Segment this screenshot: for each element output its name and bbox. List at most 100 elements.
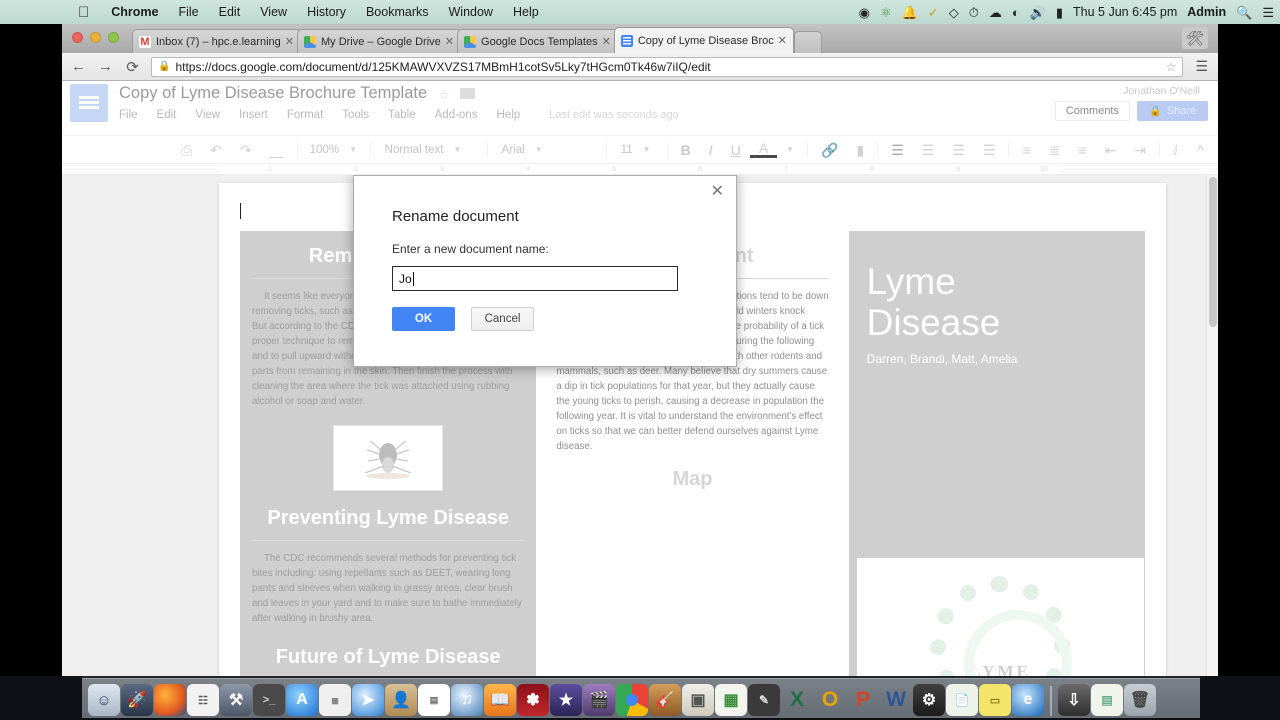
tab-google-docs-templates[interactable]: Google Docs Templates ✕ — [457, 29, 618, 53]
document-name-input[interactable]: Jo — [392, 266, 678, 291]
adobe-icon[interactable]: ✽ — [517, 684, 549, 716]
menu-history[interactable]: History — [297, 5, 356, 19]
search-icon[interactable]: 🔍 — [1236, 6, 1252, 19]
docs-menu-tools[interactable]: Tools — [342, 109, 369, 121]
calculator-icon[interactable]: ☷ — [187, 684, 219, 716]
antivirus-icon[interactable]: ⚛ — [880, 6, 892, 19]
italic-button[interactable]: I — [700, 143, 722, 157]
menu-help[interactable]: Help — [503, 5, 549, 19]
chrome-menu-icon[interactable]: ☰ — [1193, 58, 1210, 75]
xcode-icon[interactable]: ⚒ — [220, 684, 252, 716]
menubar-clock[interactable]: Thu 5 Jun 6:45 pm — [1073, 5, 1177, 19]
system-prefs-icon[interactable]: ⚙ — [913, 684, 945, 716]
tab-copy-of-lyme-disease-brochure[interactable]: Copy of Lyme Disease Broc ✕ — [613, 27, 794, 53]
ok-button[interactable]: OK — [392, 307, 455, 331]
font-size-dropdown[interactable]: 11 ▼ — [611, 144, 663, 156]
line-spacing-icon[interactable]: ≡ — [1013, 143, 1039, 157]
docs-menu-file[interactable]: File — [119, 109, 138, 121]
star-icon[interactable]: ☆ — [1166, 60, 1177, 74]
tab-close-icon[interactable]: ✕ — [778, 34, 787, 47]
tab-close-icon[interactable]: ✕ — [285, 35, 294, 48]
reload-icon[interactable]: ⟳ — [124, 58, 141, 76]
downloads-icon[interactable]: ⇩ — [1058, 684, 1090, 716]
increase-indent-icon[interactable]: ⇥ — [1125, 143, 1155, 157]
last-edit-status[interactable]: Last edit was seconds ago — [549, 109, 679, 121]
new-tab-button[interactable] — [793, 31, 822, 53]
print-icon[interactable]: ⎙ — [172, 143, 201, 157]
docs-menu-format[interactable]: Format — [287, 109, 323, 121]
calendar-icon[interactable]: ▤ — [418, 684, 450, 716]
share-button[interactable]: 🔒 Share — [1137, 101, 1208, 121]
minimize-window-button[interactable] — [90, 32, 101, 43]
battery-icon[interactable]: ▮ — [1056, 6, 1063, 19]
underline-button[interactable]: U — [722, 143, 750, 157]
collapse-toolbar-icon[interactable]: ^ — [1197, 142, 1204, 158]
bulleted-list-icon[interactable]: ≡ — [1069, 143, 1095, 157]
lyme-wreath-logo[interactable]: LYME — [856, 558, 1144, 676]
star-outline-icon[interactable]: ☆ — [439, 88, 450, 102]
back-arrow-icon[interactable]: ← — [70, 58, 87, 75]
tab-close-icon[interactable]: ✕ — [445, 35, 454, 48]
folder-icon[interactable] — [460, 88, 475, 99]
record-icon[interactable]: ◉ — [859, 6, 870, 19]
timemachine-icon[interactable]: ⏱ — [969, 6, 979, 19]
documents-icon[interactable]: ▤ — [1091, 684, 1123, 716]
imovie-icon[interactable]: ★ — [550, 684, 582, 716]
link-icon[interactable]: 🔗 — [812, 143, 847, 157]
add-comment-icon[interactable]: ▮ — [848, 143, 874, 157]
apple-icon[interactable]:  — [78, 5, 101, 20]
window-app-icon[interactable]: 🛠 — [1182, 27, 1208, 49]
docs-ruler[interactable]: 1 2 3 4 5 6 7 8 9 10 — [62, 163, 1218, 175]
undo-icon[interactable]: ↶ — [201, 143, 231, 157]
menu-view[interactable]: View — [250, 5, 297, 19]
docs-menu-help[interactable]: Help — [496, 109, 520, 121]
docs-menu-addons[interactable]: Add-ons — [435, 109, 478, 121]
terminal-icon[interactable]: >_ — [253, 684, 285, 716]
garageband-icon[interactable]: 🎸 — [649, 684, 681, 716]
bluetooth-icon[interactable]: ☁ — [989, 6, 1002, 19]
checkmark-icon[interactable]: ✓ — [928, 6, 939, 19]
tab-inbox[interactable]: M Inbox (7) – hpc.e.learning ✕ — [132, 29, 301, 53]
docs-menu-edit[interactable]: Edit — [157, 109, 177, 121]
numbered-list-icon[interactable]: ≣ — [1040, 143, 1070, 157]
outlook-icon[interactable]: O — [814, 684, 846, 716]
finder-icon[interactable]: ☺ — [88, 684, 120, 716]
tab-close-icon[interactable]: ✕ — [602, 35, 611, 48]
close-icon[interactable]: ✕ — [711, 184, 724, 200]
finalcut-icon[interactable]: 🎬 — [583, 684, 615, 716]
scrollbar-thumb[interactable] — [1209, 177, 1217, 327]
word-icon[interactable]: W — [880, 684, 912, 716]
appstore-icon[interactable]: A — [286, 684, 318, 716]
zoom-window-button[interactable] — [108, 32, 119, 43]
pages-icon[interactable]: ✎ — [748, 684, 780, 716]
numbers-icon[interactable]: ▦ — [715, 684, 747, 716]
docs-menu-table[interactable]: Table — [388, 109, 416, 121]
menu-window[interactable]: Window — [439, 5, 503, 19]
trash-icon[interactable]: 🗑 — [1124, 684, 1156, 716]
menu-file[interactable]: File — [168, 5, 208, 19]
excel-icon[interactable]: X — [781, 684, 813, 716]
bell-icon[interactable]: 🔔 — [902, 6, 918, 19]
photos-icon[interactable]: ■ — [319, 684, 351, 716]
chrome-icon[interactable] — [616, 684, 648, 716]
itunes-icon[interactable]: ♫ — [451, 684, 483, 716]
align-right-icon[interactable]: ☰ — [943, 143, 974, 157]
document-scrollbar[interactable] — [1206, 175, 1218, 676]
page-title[interactable]: Copy of Lyme Disease Brochure Template — [119, 84, 427, 103]
decrease-indent-icon[interactable]: ⇤ — [1096, 143, 1126, 157]
dropbox-icon[interactable]: ◇ — [949, 6, 959, 19]
volume-icon[interactable]: 🔊 — [1030, 6, 1046, 19]
clear-formatting-icon[interactable]: ⅈ — [1164, 143, 1187, 157]
safari-icon[interactable]: ➤ — [352, 684, 384, 716]
document-canvas[interactable]: Removing a Tick It seems like everyone h… — [62, 175, 1218, 676]
font-dropdown[interactable]: Arial ▼ — [492, 144, 602, 156]
redo-icon[interactable]: ↷ — [231, 143, 261, 157]
wifi-icon[interactable]: ◐ — [1012, 6, 1020, 19]
comments-button[interactable]: Comments — [1054, 101, 1130, 121]
preview-icon[interactable]: 📄 — [946, 684, 978, 716]
paragraph-style-dropdown[interactable]: Normal text ▼ — [375, 144, 483, 156]
docs-app-icon[interactable] — [70, 84, 108, 122]
tick-illustration[interactable] — [333, 425, 444, 492]
cancel-button[interactable]: Cancel — [471, 307, 534, 331]
brochure-column-right[interactable]: Lyme Disease Darren, Brandi, Matt, Ameli… — [848, 231, 1145, 676]
